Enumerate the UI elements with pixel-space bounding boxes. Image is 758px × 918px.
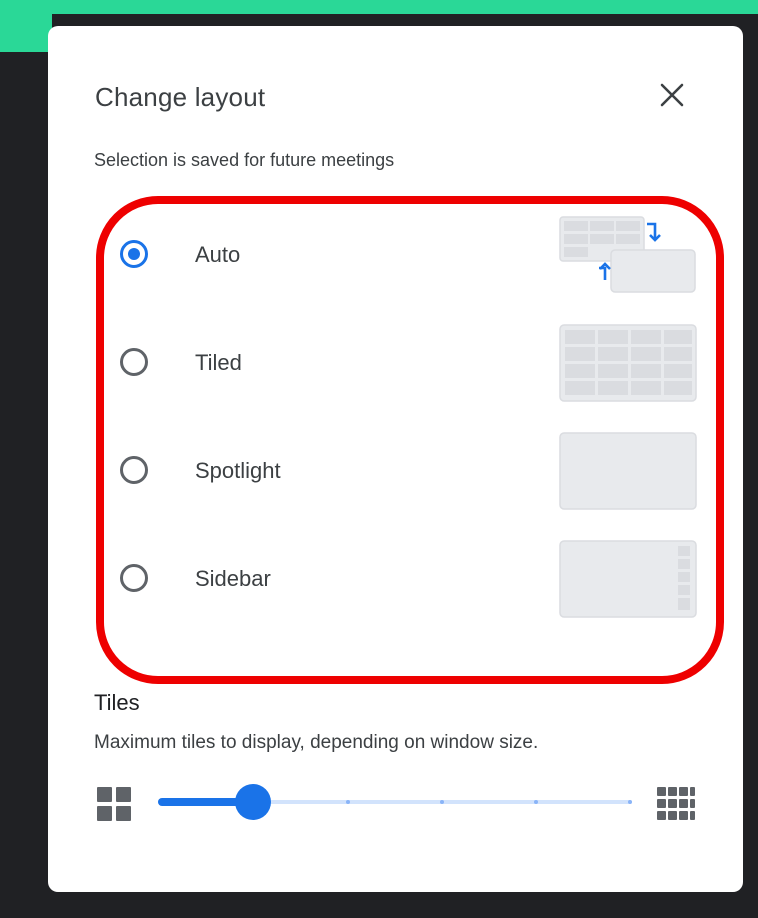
radio-auto[interactable] — [120, 240, 148, 268]
close-button[interactable] — [650, 73, 694, 117]
grid-large-icon — [657, 787, 695, 820]
spotlight-layout-thumbnail — [559, 432, 697, 510]
close-icon — [660, 83, 684, 107]
tiles-slider[interactable] — [158, 784, 632, 820]
sidebar-layout-thumbnail — [559, 540, 697, 618]
tiles-heading: Tiles — [94, 690, 140, 715]
dialog-subtitle: Selection is saved for future meetings — [94, 150, 395, 170]
slider-thumb[interactable] — [235, 784, 271, 820]
tiled-layout-thumbnail — [559, 324, 697, 402]
layout-option-tiled[interactable]: Tiled — [114, 324, 704, 416]
tiles-description: Maximum tiles to display, depending on w… — [94, 732, 539, 753]
grid-small-icon — [97, 787, 131, 821]
option-label-auto: Auto — [195, 242, 241, 267]
option-label-tiled: Tiled — [195, 350, 242, 375]
option-label-sidebar: Sidebar — [195, 566, 271, 591]
layout-option-auto[interactable]: Auto — [114, 216, 704, 308]
auto-layout-thumbnail — [559, 216, 696, 293]
radio-sidebar[interactable] — [120, 564, 148, 592]
change-layout-dialog: Change layout Selection is saved for fut… — [48, 26, 743, 892]
radio-tiled[interactable] — [120, 348, 148, 376]
slider-tick — [440, 800, 444, 804]
slider-tick — [534, 800, 538, 804]
option-label-spotlight: Spotlight — [195, 458, 281, 483]
slider-tick — [346, 800, 350, 804]
background-accent-tab — [0, 0, 52, 52]
dialog-title: Change layout — [95, 82, 266, 112]
radio-spotlight[interactable] — [120, 456, 148, 484]
layout-option-sidebar[interactable]: Sidebar — [114, 540, 704, 632]
background-accent-strip — [0, 0, 758, 14]
layout-option-spotlight[interactable]: Spotlight — [114, 432, 704, 524]
slider-tick — [628, 800, 632, 804]
